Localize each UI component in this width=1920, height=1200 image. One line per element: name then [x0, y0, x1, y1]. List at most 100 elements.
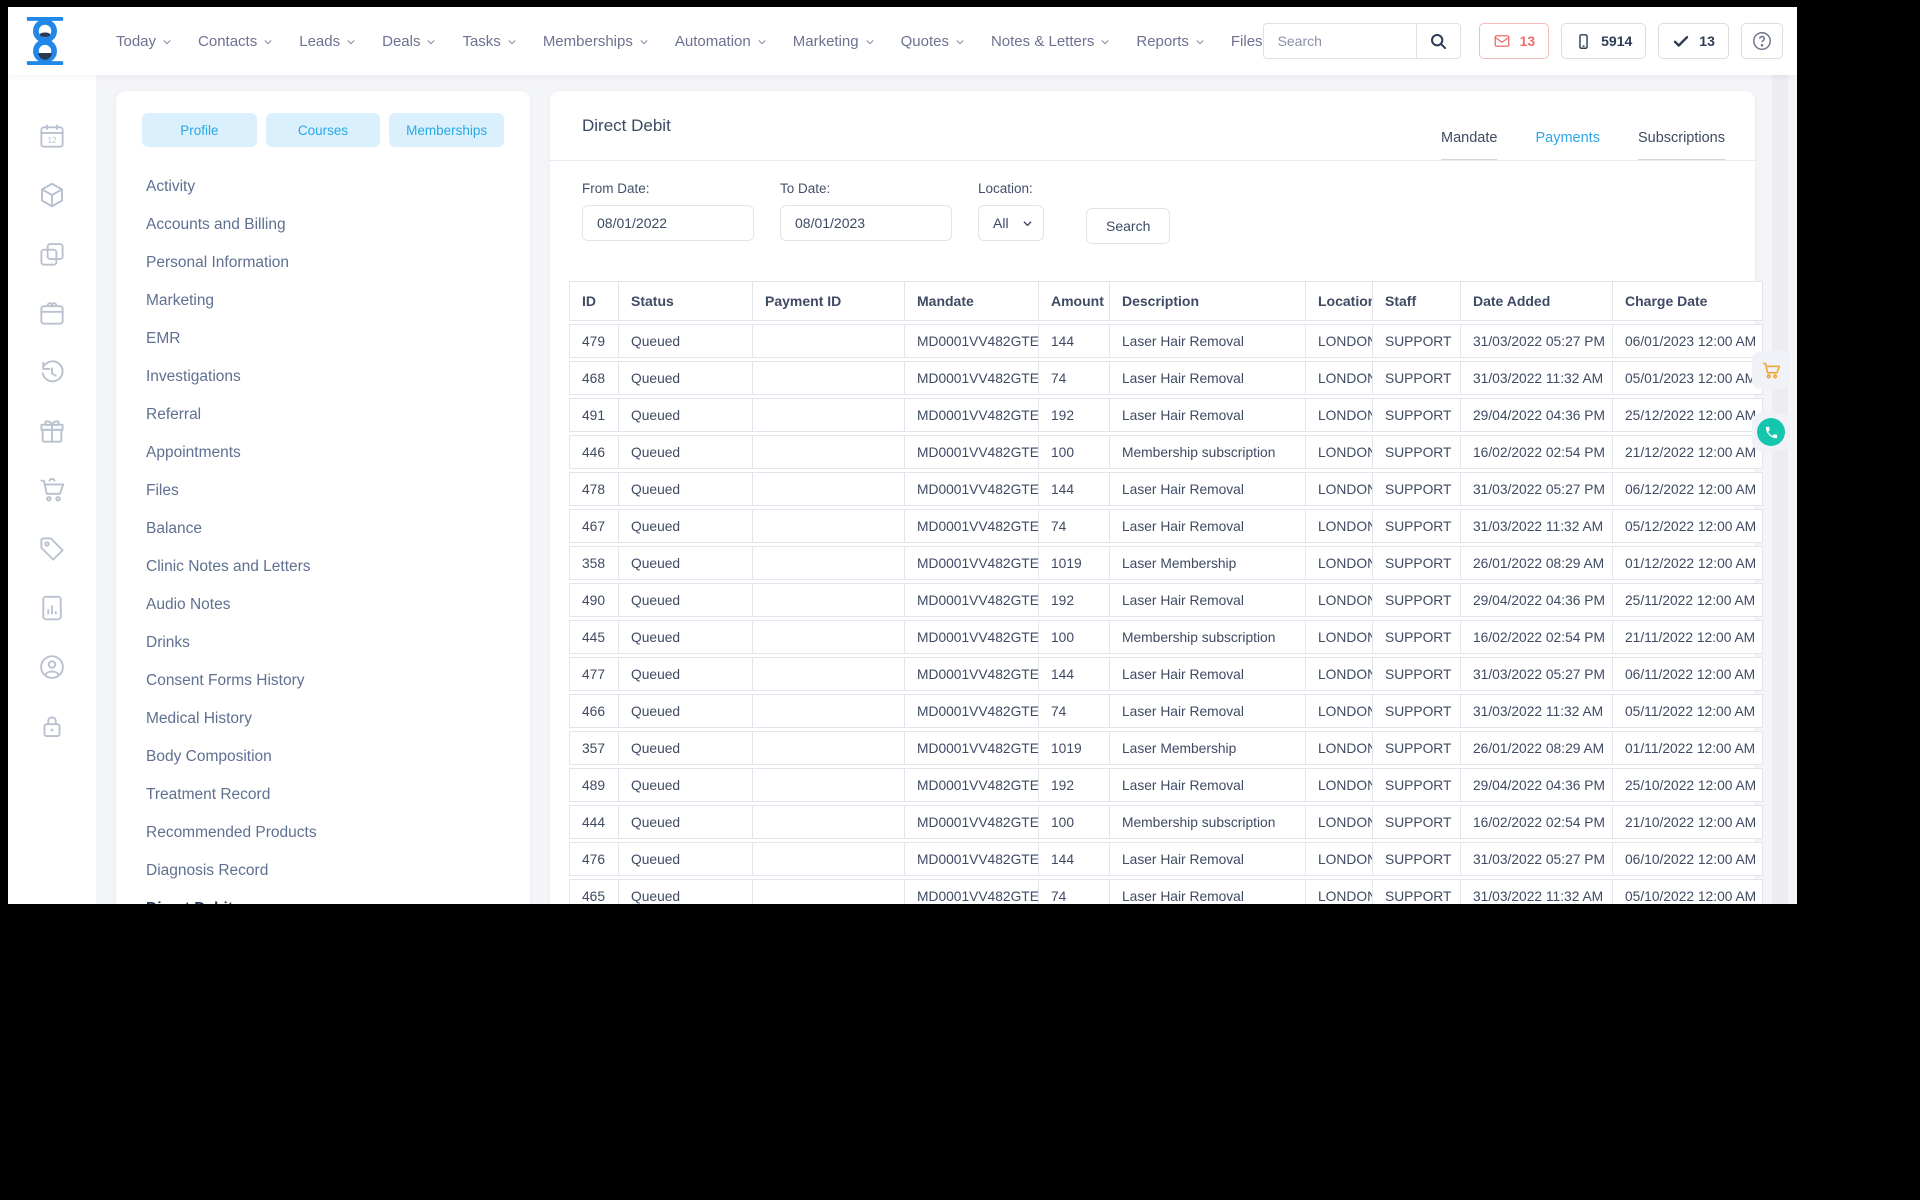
- table-row[interactable]: 465 Queued MD0001VV482GTE 74 Laser Hair Remo…: [569, 879, 1763, 904]
- account-icon[interactable]: [35, 650, 69, 684]
- vertical-scrollbar[interactable]: [1772, 75, 1788, 904]
- menu-item-diagnosis-record[interactable]: Diagnosis Record: [142, 852, 504, 890]
- column-header-location: Location: [1306, 281, 1373, 321]
- nav-item-files[interactable]: Files: [1231, 33, 1263, 50]
- menu-item-personal-information[interactable]: Personal Information: [142, 244, 504, 282]
- menu-item-referral[interactable]: Referral: [142, 396, 504, 434]
- table-row[interactable]: 478 Queued MD0001VV482GTE 144 Laser Hair Rem…: [569, 472, 1763, 506]
- nav-item-tasks[interactable]: Tasks: [462, 33, 516, 50]
- tag-icon[interactable]: [35, 532, 69, 566]
- tab-subscriptions[interactable]: Subscriptions: [1637, 130, 1725, 160]
- nav-item-automation[interactable]: Automation: [675, 33, 767, 50]
- table-row[interactable]: 489 Queued MD0001VV482GTE 192 Laser Hair Rem…: [569, 768, 1763, 802]
- table-row[interactable]: 466 Queued MD0001VV482GTE 74 Laser Hair Remo…: [569, 694, 1763, 728]
- cell-location: LONDON: [1306, 398, 1373, 432]
- panel-tab-memberships[interactable]: Memberships: [389, 113, 505, 147]
- panel-tab-profile[interactable]: Profile: [142, 113, 257, 147]
- nav-item-marketing[interactable]: Marketing: [793, 33, 875, 50]
- nav-item-deals[interactable]: Deals: [382, 33, 436, 50]
- menu-item-drinks[interactable]: Drinks: [142, 624, 504, 662]
- table-row[interactable]: 490 Queued MD0001VV482GTE 192 Laser Hair Rem…: [569, 583, 1763, 617]
- cell-description: Membership subscription: [1110, 805, 1306, 839]
- cell-location: LONDON: [1306, 805, 1373, 839]
- voucher-icon[interactable]: [35, 296, 69, 330]
- menu-item-investigations[interactable]: Investigations: [142, 358, 504, 396]
- help-button[interactable]: [1740, 23, 1783, 59]
- cell-mandate: MD0001VV482GTE: [905, 731, 1039, 765]
- menu-item-medical-history[interactable]: Medical History: [142, 700, 504, 738]
- table-row[interactable]: 446 Queued MD0001VV482GTE 100 Membership sub…: [569, 435, 1763, 469]
- menu-item-balance[interactable]: Balance: [142, 510, 504, 548]
- nav-item-memberships[interactable]: Memberships: [543, 33, 649, 50]
- search-input[interactable]: [1263, 24, 1416, 58]
- menu-item-accounts-and-billing[interactable]: Accounts and Billing: [142, 206, 504, 244]
- cart-icon[interactable]: [35, 473, 69, 507]
- chevron-down-icon: [866, 40, 874, 45]
- nav-item-today[interactable]: Today: [116, 33, 172, 50]
- cell-location: LONDON: [1306, 879, 1373, 904]
- package-icon[interactable]: [35, 178, 69, 212]
- tab-mandate[interactable]: Mandate: [1441, 130, 1498, 160]
- to-date-input[interactable]: [780, 205, 952, 241]
- history-icon[interactable]: [35, 355, 69, 389]
- search-icon[interactable]: [1415, 24, 1460, 58]
- messages-button[interactable]: 13: [1478, 23, 1550, 59]
- location-select[interactable]: All: [978, 205, 1044, 241]
- calendar-icon[interactable]: 12: [35, 119, 69, 153]
- menu-item-appointments[interactable]: Appointments: [142, 434, 504, 472]
- cell-description: Laser Membership: [1110, 546, 1306, 580]
- cart-button[interactable]: [1752, 351, 1790, 389]
- whatsapp-button[interactable]: [1752, 413, 1790, 451]
- nav-item-contacts[interactable]: Contacts: [198, 33, 273, 50]
- nav-item-reports[interactable]: Reports: [1136, 33, 1205, 50]
- table-row[interactable]: 444 Queued MD0001VV482GTE 100 Membership sub…: [569, 805, 1763, 839]
- menu-item-body-composition[interactable]: Body Composition: [142, 738, 504, 776]
- cell-description: Laser Hair Removal: [1110, 361, 1306, 395]
- cell-charge-date: 21/12/2022 12:00 AM: [1613, 435, 1763, 469]
- table-row[interactable]: 476 Queued MD0001VV482GTE 144 Laser Hair Rem…: [569, 842, 1763, 876]
- table-row[interactable]: 467 Queued MD0001VV482GTE 74 Laser Hair Remo…: [569, 509, 1763, 543]
- gift-icon[interactable]: [35, 414, 69, 448]
- cell-status: Queued: [619, 472, 753, 506]
- table-row[interactable]: 357 Queued MD0001VV482GTE 1019 Laser Members…: [569, 731, 1763, 765]
- menu-item-marketing[interactable]: Marketing: [142, 282, 504, 320]
- table-row[interactable]: 479 Queued MD0001VV482GTE 144 Laser Hair Rem…: [569, 324, 1763, 358]
- report-icon[interactable]: [35, 591, 69, 625]
- cell-status: Queued: [619, 879, 753, 904]
- menu-item-clinic-notes-and-letters[interactable]: Clinic Notes and Letters: [142, 548, 504, 586]
- table-row[interactable]: 445 Queued MD0001VV482GTE 100 Membership sub…: [569, 620, 1763, 654]
- sms-button[interactable]: 5914: [1561, 23, 1647, 59]
- menu-item-consent-forms-history[interactable]: Consent Forms History: [142, 662, 504, 700]
- cell-staff: SUPPORT: [1373, 879, 1461, 904]
- chevron-down-icon: [508, 40, 516, 45]
- copy-icon[interactable]: [35, 237, 69, 271]
- from-date-input[interactable]: [582, 205, 754, 241]
- cell-staff: SUPPORT: [1373, 657, 1461, 691]
- tasks-button[interactable]: 13: [1658, 23, 1729, 59]
- panel-tab-courses[interactable]: Courses: [265, 113, 381, 147]
- menu-item-audio-notes[interactable]: Audio Notes: [142, 586, 504, 624]
- nav-item-leads[interactable]: Leads: [299, 33, 356, 50]
- menu-item-files[interactable]: Files: [142, 472, 504, 510]
- nav-item-quotes[interactable]: Quotes: [901, 33, 965, 50]
- cell-amount: 192: [1039, 583, 1110, 617]
- table-row[interactable]: 491 Queued MD0001VV482GTE 192 Laser Hair Rem…: [569, 398, 1763, 432]
- cell-staff: SUPPORT: [1373, 768, 1461, 802]
- cell-mandate: MD0001VV482GTE: [905, 768, 1039, 802]
- menu-item-direct-debit[interactable]: Direct Debit: [142, 890, 504, 904]
- table-row[interactable]: 477 Queued MD0001VV482GTE 144 Laser Hair Rem…: [569, 657, 1763, 691]
- table-header-row: ID Status Payment ID Mandate Amount Descripti…: [569, 281, 1763, 321]
- menu-item-recommended-products[interactable]: Recommended Products: [142, 814, 504, 852]
- nav-item-notes-letters[interactable]: Notes & Letters: [991, 33, 1110, 50]
- cell-id: 477: [569, 657, 619, 691]
- menu-item-activity[interactable]: Activity: [142, 168, 504, 206]
- menu-item-treatment-record[interactable]: Treatment Record: [142, 776, 504, 814]
- table-row[interactable]: 358 Queued MD0001VV482GTE 1019 Laser Members…: [569, 546, 1763, 580]
- cell-location: LONDON: [1306, 731, 1373, 765]
- filter-search-button[interactable]: Search: [1086, 208, 1171, 244]
- lock-icon[interactable]: [35, 709, 69, 743]
- menu-item-emr[interactable]: EMR: [142, 320, 504, 358]
- table-row[interactable]: 468 Queued MD0001VV482GTE 74 Laser Hair Remo…: [569, 361, 1763, 395]
- tab-payments[interactable]: Payments: [1535, 130, 1599, 160]
- app-logo-hourglass-icon[interactable]: [22, 14, 68, 68]
